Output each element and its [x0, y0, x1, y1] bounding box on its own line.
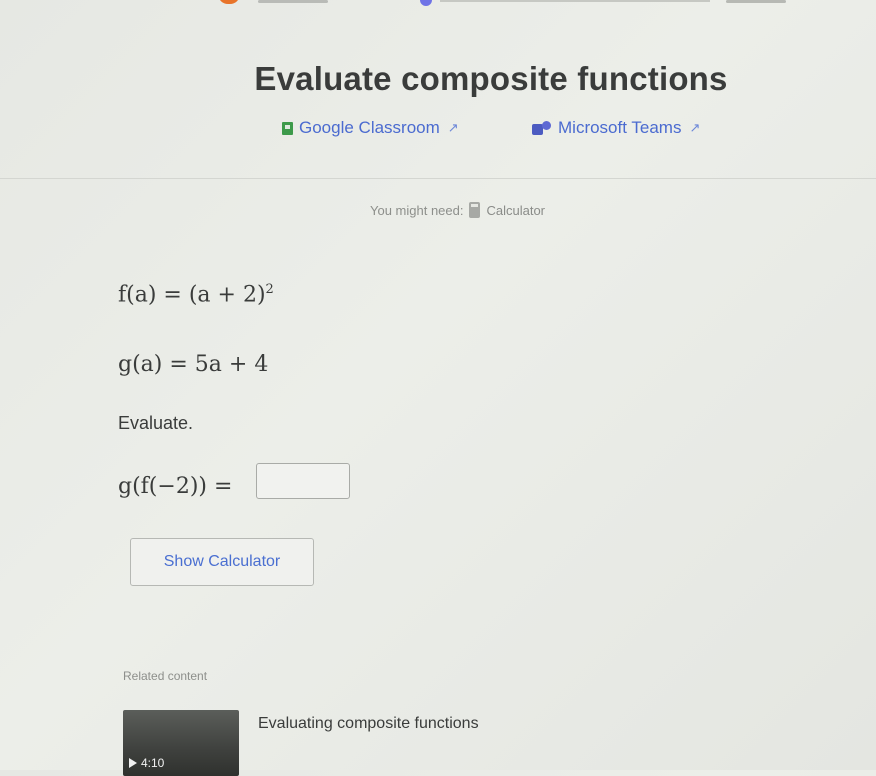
divider [0, 178, 876, 179]
related-content-label: Related content [123, 669, 208, 683]
progress-strip [0, 0, 876, 8]
progress-dot-orange [218, 0, 240, 4]
progress-segment [258, 0, 328, 3]
question-expression: g(f(−2)) = [118, 474, 233, 499]
video-thumbnail[interactable]: 4:10 [123, 710, 239, 776]
google-classroom-icon [282, 121, 293, 135]
instruction-text: Evaluate. [118, 413, 194, 433]
video-duration-badge: 4:10 [129, 756, 164, 770]
function-g-definition: g(a) = 5a + 4 [118, 352, 269, 377]
function-f-exponent: 2 [265, 282, 274, 297]
progress-segment-end [726, 0, 786, 3]
function-f-definition: f(a) = (a + 2)2 [118, 282, 274, 307]
microsoft-teams-label: Microsoft Teams [558, 118, 682, 137]
microsoft-teams-icon [532, 120, 552, 136]
function-f-text: f(a) = (a + 2) [118, 282, 266, 308]
hint-prefix: You might need: [370, 202, 464, 218]
external-link-icon: ↗ [447, 120, 459, 135]
progress-track [440, 0, 710, 2]
answer-input[interactable] [256, 463, 350, 499]
calculator-icon [469, 202, 481, 218]
page-title: Evaluate composite functions [254, 60, 728, 97]
hint-tool-name: Calculator [486, 202, 546, 218]
play-icon [129, 758, 137, 768]
tool-hint: You might need: Calculator [370, 202, 545, 218]
show-calculator-button[interactable]: Show Calculator [130, 538, 314, 586]
external-link-icon: ↗ [689, 120, 701, 135]
progress-dot-blue [420, 0, 432, 6]
google-classroom-link[interactable]: Google Classroom ↗ [282, 118, 459, 138]
microsoft-teams-link[interactable]: Microsoft Teams ↗ [532, 118, 700, 138]
google-classroom-label: Google Classroom [299, 118, 440, 137]
video-duration: 4:10 [141, 756, 165, 770]
related-video-title[interactable]: Evaluating composite functions [258, 715, 479, 733]
